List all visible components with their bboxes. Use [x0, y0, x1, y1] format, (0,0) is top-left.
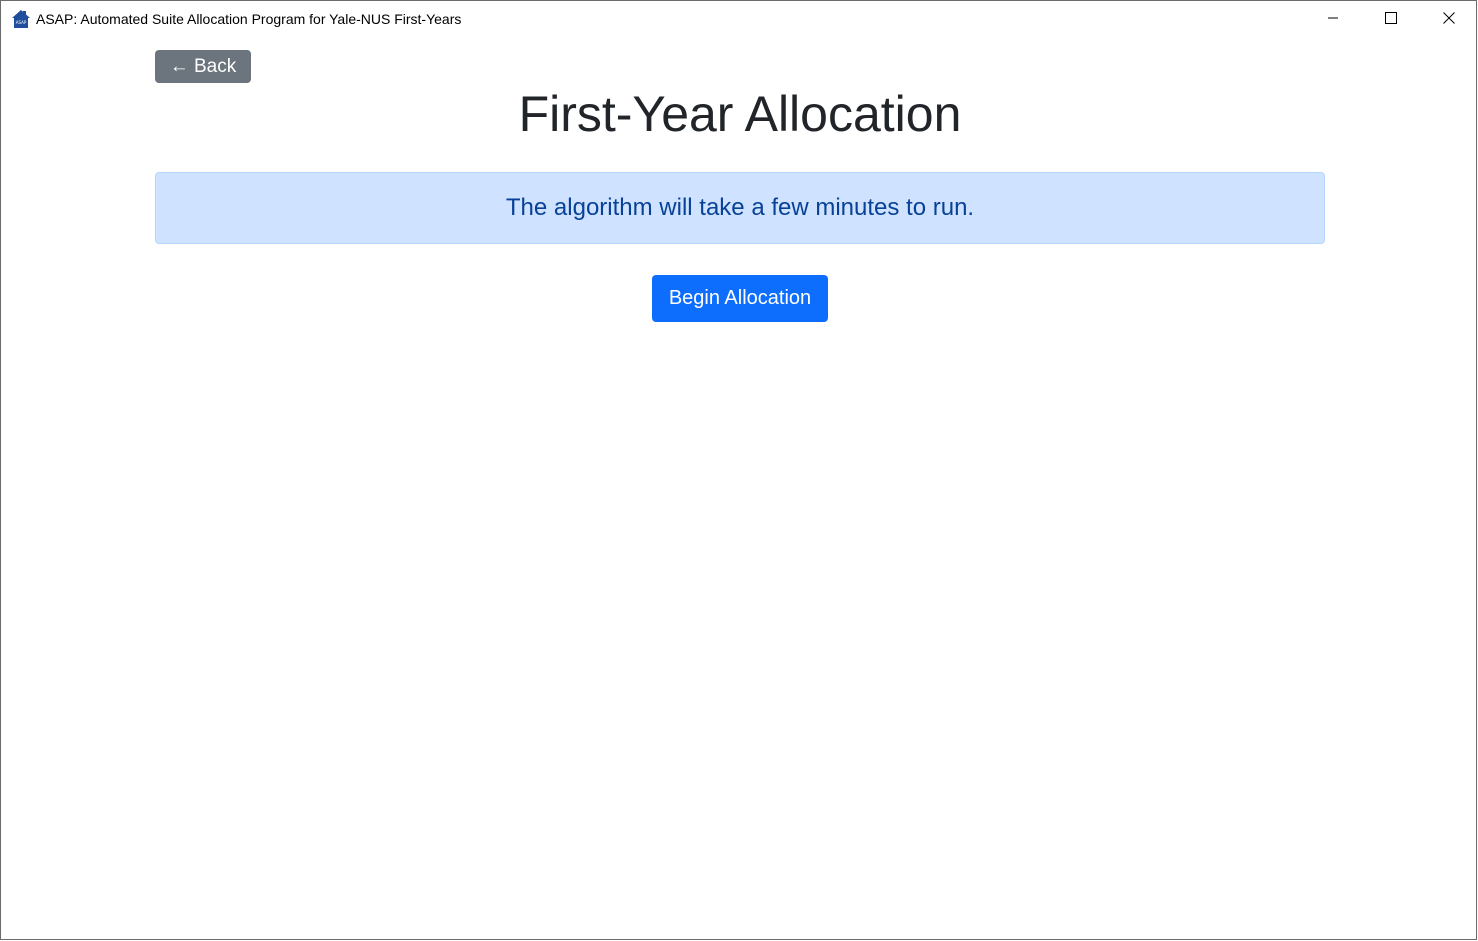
begin-allocation-button[interactable]: Begin Allocation [652, 275, 828, 322]
main-content: ← Back First-Year Allocation The algorit… [1, 38, 1476, 939]
close-icon [1443, 11, 1455, 29]
info-alert-text: The algorithm will take a few minutes to… [505, 194, 975, 221]
close-button[interactable] [1420, 1, 1476, 39]
page-title: First-Year Allocation [518, 86, 962, 142]
svg-text:ASAP: ASAP [16, 20, 27, 25]
minimize-button[interactable] [1304, 1, 1362, 39]
back-button[interactable]: ← Back [155, 50, 251, 83]
maximize-button[interactable] [1362, 1, 1420, 39]
info-alert: The algorithm will take a few minutes to… [155, 172, 1325, 244]
window-title: ASAP: Automated Suite Allocation Program… [36, 11, 462, 27]
title-bar[interactable]: ASAP ASAP: Automated Suite Allocation Pr… [1, 0, 1476, 38]
minimize-icon [1327, 11, 1339, 29]
asap-house-icon: ASAP [11, 9, 31, 29]
maximize-icon [1385, 11, 1397, 29]
app-window: ASAP ASAP: Automated Suite Allocation Pr… [0, 0, 1477, 940]
